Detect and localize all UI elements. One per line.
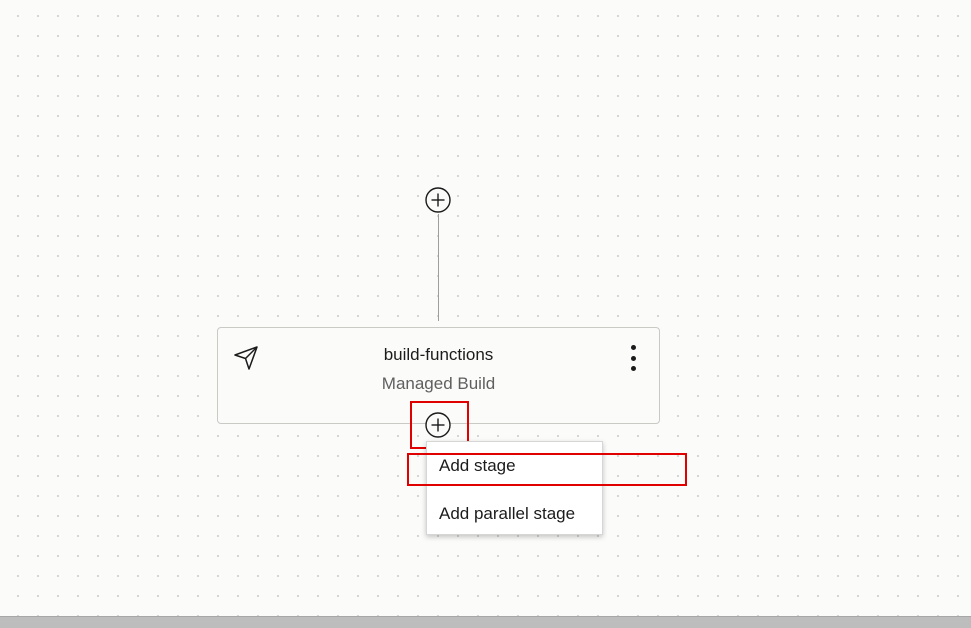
add-stage-below-button[interactable] bbox=[425, 412, 451, 438]
stage-card[interactable]: build-functions Managed Build bbox=[217, 327, 660, 424]
add-stage-dropdown: Add stage Add parallel stage bbox=[426, 441, 603, 535]
stage-subtitle: Managed Build bbox=[381, 374, 496, 393]
plus-circle-icon bbox=[425, 187, 451, 213]
menu-item-add-stage[interactable]: Add stage bbox=[439, 456, 516, 476]
pipeline-canvas: build-functions Managed Build Add stage … bbox=[0, 0, 971, 616]
add-stage-top-button[interactable] bbox=[425, 187, 451, 213]
more-vertical-icon[interactable] bbox=[625, 345, 641, 371]
menu-item-add-parallel-stage[interactable]: Add parallel stage bbox=[439, 504, 575, 524]
stage-title: build-functions bbox=[383, 345, 494, 364]
plus-circle-icon bbox=[425, 412, 451, 438]
horizontal-scrollbar[interactable] bbox=[0, 616, 971, 628]
connector-line bbox=[438, 214, 439, 321]
